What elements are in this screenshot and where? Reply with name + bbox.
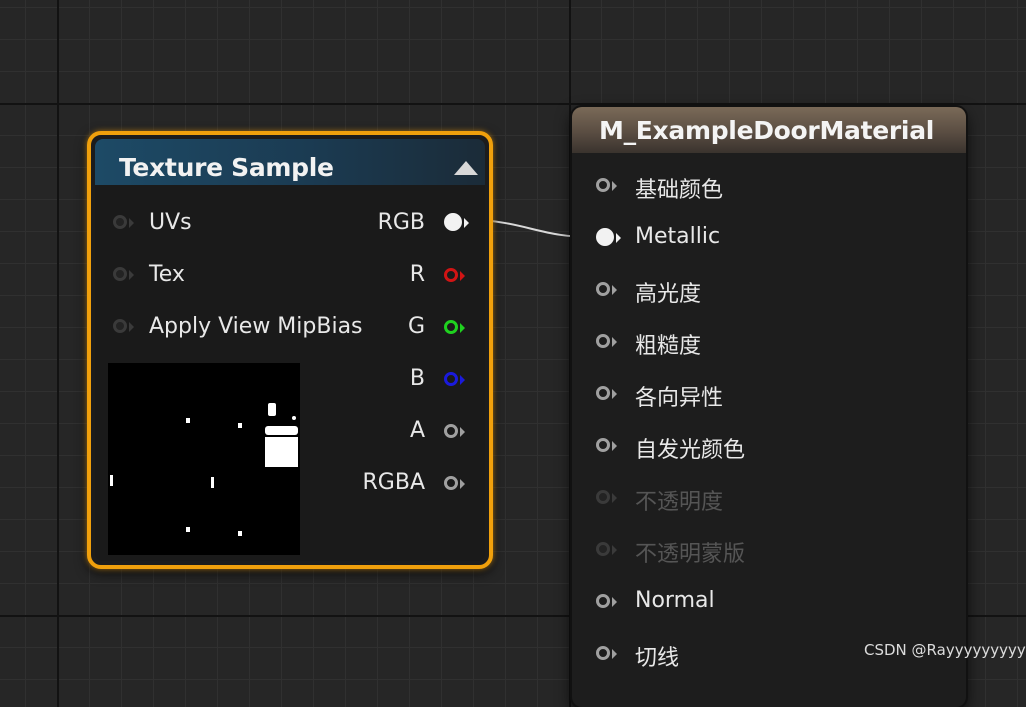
tex-input-pin[interactable] (113, 265, 139, 285)
specular-label: 高光度 (635, 282, 702, 307)
material-node-title: M_ExampleDoorMaterial (599, 116, 935, 145)
texture-sample-node[interactable]: Texture Sample UVs Tex Apply View MipBia… (87, 131, 493, 569)
anisotropy-label: 各向异性 (635, 386, 724, 411)
r-output-label: R (409, 262, 425, 287)
g-output-pin[interactable] (444, 318, 470, 338)
g-output-label: G (407, 314, 425, 339)
normal-label: Normal (635, 588, 715, 613)
r-output-pin[interactable] (444, 266, 470, 286)
texture-preview-image (108, 363, 300, 555)
b-output-label: B (409, 366, 425, 391)
apply-view-mipbias-input-pin[interactable] (113, 317, 139, 337)
texture-sample-header[interactable]: Texture Sample (95, 139, 485, 185)
texture-sample-title: Texture Sample (119, 153, 334, 182)
b-output-pin[interactable] (444, 370, 470, 390)
opacity-input-pin (596, 488, 622, 508)
uvs-label: UVs (149, 210, 192, 235)
rgb-output-label: RGB (377, 210, 425, 235)
base-color-input-pin[interactable] (596, 176, 622, 196)
base-color-label: 基础颜色 (635, 178, 724, 203)
rgba-output-label: RGBA (362, 470, 425, 495)
anisotropy-input-pin[interactable] (596, 384, 622, 404)
rgb-output-pin[interactable] (444, 213, 470, 233)
opacity-mask-label: 不透明蒙版 (635, 542, 746, 567)
opacity-label: 不透明度 (635, 490, 724, 515)
roughness-input-pin[interactable] (596, 332, 622, 352)
uvs-input-pin[interactable] (113, 213, 139, 233)
collapse-arrow-icon[interactable] (454, 161, 478, 175)
tangent-input-pin[interactable] (596, 644, 622, 664)
a-output-label: A (409, 418, 425, 443)
emissive-color-label: 自发光颜色 (635, 438, 746, 463)
watermark-text: CSDN @Rayyyyyyyyy (864, 641, 1026, 659)
rgba-output-pin[interactable] (444, 474, 470, 494)
opacity-mask-input-pin (596, 540, 622, 560)
a-output-pin[interactable] (444, 422, 470, 442)
material-node-header[interactable]: M_ExampleDoorMaterial (572, 107, 966, 153)
metallic-input-pin[interactable] (596, 228, 622, 248)
apply-view-mipbias-label: Apply View MipBias (149, 314, 363, 339)
roughness-label: 粗糙度 (635, 334, 702, 359)
specular-input-pin[interactable] (596, 280, 622, 300)
material-result-node[interactable]: M_ExampleDoorMaterial 基础颜色 Metallic 高光度 … (572, 107, 966, 707)
emissive-color-input-pin[interactable] (596, 436, 622, 456)
normal-input-pin[interactable] (596, 592, 622, 612)
tangent-label: 切线 (635, 646, 680, 671)
tex-label: Tex (149, 262, 185, 287)
metallic-label: Metallic (635, 224, 721, 249)
